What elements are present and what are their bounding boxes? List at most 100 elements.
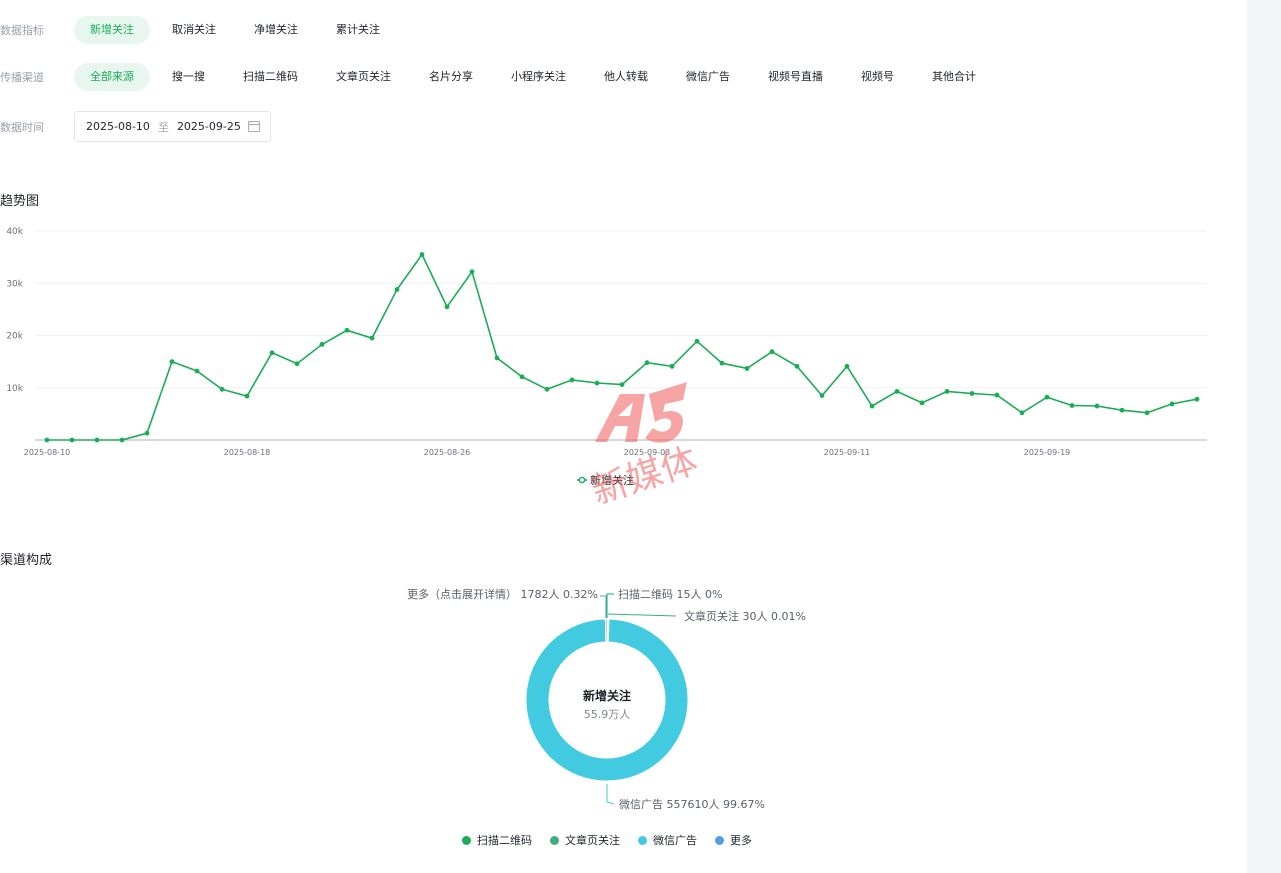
trend-x-tick-label: 2025-09-11 xyxy=(824,448,871,457)
trend-x-tick-label: 2025-09-19 xyxy=(1024,448,1071,457)
trend-data-point[interactable] xyxy=(669,363,675,369)
label-more[interactable]: 更多（点击展开详情） 1782人 0.32% xyxy=(407,587,598,601)
legend-dot-qr-icon xyxy=(462,835,471,845)
channel-option-qr[interactable]: 扫描二维码 xyxy=(227,63,314,91)
trend-data-point[interactable] xyxy=(569,377,575,383)
legend-item-more[interactable]: 更多 xyxy=(715,832,752,848)
channel-option-article[interactable]: 文章页关注 xyxy=(320,63,407,91)
trend-y-tick-label: 20k xyxy=(6,332,23,342)
trend-data-point[interactable] xyxy=(1119,407,1125,413)
trend-data-point[interactable] xyxy=(894,389,900,394)
trend-data-point[interactable] xyxy=(969,391,975,396)
donut-slice-3[interactable] xyxy=(604,618,608,643)
trend-data-point[interactable] xyxy=(1019,410,1025,416)
trend-data-point[interactable] xyxy=(919,400,925,406)
time-filter-row: 数据时间 2025-08-10 至 2025-09-25 xyxy=(0,111,271,142)
trend-data-point[interactable] xyxy=(1194,396,1200,402)
channel-option-miniprogram[interactable]: 小程序关注 xyxy=(495,63,582,91)
trend-data-point[interactable] xyxy=(144,430,150,436)
trend-data-point[interactable] xyxy=(369,335,375,341)
trend-y-tick-label: 40k xyxy=(6,227,23,237)
trend-data-point[interactable] xyxy=(244,393,250,399)
trend-data-point[interactable] xyxy=(794,363,800,369)
trend-data-point[interactable] xyxy=(419,252,425,257)
trend-data-point[interactable] xyxy=(394,287,400,292)
metric-option-new-follow[interactable]: 新增关注 xyxy=(74,16,150,44)
legend-label-qr: 扫描二维码 xyxy=(477,834,532,847)
trend-data-point[interactable] xyxy=(444,304,450,310)
trend-data-point[interactable] xyxy=(819,393,825,398)
channel-option-channels[interactable]: 视频号 xyxy=(845,63,910,91)
trend-data-point[interactable] xyxy=(944,389,950,394)
legend-dot-article-icon xyxy=(550,835,559,845)
legend-item-qr[interactable]: 扫描二维码 xyxy=(462,832,532,848)
leader-line-ads xyxy=(606,784,615,805)
trend-data-point[interactable] xyxy=(769,349,775,355)
trend-data-point[interactable] xyxy=(119,437,125,443)
channel-option-other[interactable]: 其他合计 xyxy=(916,63,992,91)
date-separator: 至 xyxy=(157,120,169,134)
trend-data-point[interactable] xyxy=(469,269,475,275)
trend-data-point[interactable] xyxy=(194,368,200,374)
metric-filter-label: 数据指标 xyxy=(0,24,44,37)
trend-data-point[interactable] xyxy=(219,386,225,392)
channel-option-channels-live[interactable]: 视频号直播 xyxy=(752,63,839,91)
trend-data-point[interactable] xyxy=(494,355,500,361)
trend-data-point[interactable] xyxy=(94,437,100,443)
legend-label-article: 文章页关注 xyxy=(565,834,620,847)
channel-option-repost[interactable]: 他人转载 xyxy=(588,63,664,91)
trend-data-point[interactable] xyxy=(844,363,850,369)
trend-data-point[interactable] xyxy=(1144,410,1150,416)
trend-data-point[interactable] xyxy=(344,327,350,333)
metric-option-net-follow[interactable]: 净增关注 xyxy=(238,16,314,44)
donut-center-title: 新增关注 xyxy=(583,688,631,703)
legend-item-article[interactable]: 文章页关注 xyxy=(550,832,620,848)
legend-item-ads[interactable]: 微信广告 xyxy=(638,832,697,848)
channel-option-card-share[interactable]: 名片分享 xyxy=(413,63,489,91)
trend-data-point[interactable] xyxy=(519,374,525,380)
trend-data-point[interactable] xyxy=(594,380,600,386)
trend-data-point[interactable] xyxy=(319,341,325,347)
date-range-picker[interactable]: 2025-08-10 至 2025-09-25 xyxy=(74,111,271,142)
trend-data-point[interactable] xyxy=(294,361,300,367)
trend-data-point[interactable] xyxy=(69,437,75,443)
trend-data-point[interactable] xyxy=(1044,394,1050,400)
trend-data-point[interactable] xyxy=(744,366,750,371)
composition-legend: 扫描二维码 文章页关注 微信广告 更多 xyxy=(462,832,770,848)
channel-option-search[interactable]: 搜一搜 xyxy=(156,63,221,91)
donut-center-value: 55.9万人 xyxy=(584,708,631,721)
legend-dot-ads-icon xyxy=(638,835,647,845)
calendar-icon[interactable] xyxy=(248,121,260,132)
composition-title: 渠道构成 xyxy=(0,553,53,568)
trend-data-point[interactable] xyxy=(644,360,650,366)
legend-label-ads: 微信广告 xyxy=(653,834,697,847)
composition-donut-chart: 新增关注 55.9万人 更多（点击展开详情） 1782人 0.32% 扫描二维码… xyxy=(407,587,806,811)
trend-data-point[interactable] xyxy=(619,382,625,388)
trend-data-point[interactable] xyxy=(694,338,700,344)
label-ads: 微信广告 557610人 99.67% xyxy=(619,797,765,811)
trend-legend-label: 新增关注 xyxy=(590,473,634,487)
trend-y-tick-label: 30k xyxy=(6,279,23,289)
metric-option-unfollow[interactable]: 取消关注 xyxy=(156,16,232,44)
trend-data-point[interactable] xyxy=(1169,401,1175,407)
trend-data-point[interactable] xyxy=(544,386,550,392)
trend-data-point[interactable] xyxy=(869,403,875,409)
trend-data-point[interactable] xyxy=(719,360,725,366)
trend-data-point[interactable] xyxy=(269,350,275,356)
trend-data-point[interactable] xyxy=(1094,403,1100,409)
trend-data-point[interactable] xyxy=(994,392,1000,398)
channel-option-wechat-ads[interactable]: 微信广告 xyxy=(670,63,746,91)
trend-data-point[interactable] xyxy=(169,359,175,365)
date-end[interactable]: 2025-09-25 xyxy=(177,120,241,133)
trend-x-tick-label: 2025-08-26 xyxy=(424,448,471,457)
trend-data-point[interactable] xyxy=(1069,403,1075,408)
channel-option-all[interactable]: 全部来源 xyxy=(74,63,150,91)
date-start[interactable]: 2025-08-10 xyxy=(86,120,150,133)
trend-legend[interactable]: 新增关注 xyxy=(577,473,634,487)
leader-line-more xyxy=(600,595,607,618)
label-qr: 扫描二维码 15人 0% xyxy=(618,587,722,601)
trend-data-point[interactable] xyxy=(44,437,50,443)
channel-filter-row: 传播渠道 全部来源 搜一搜 扫描二维码 文章页关注 名片分享 小程序关注 他人转… xyxy=(0,63,998,91)
metric-option-total-follow[interactable]: 累计关注 xyxy=(320,16,396,44)
trend-x-tick-label: 2025-09-03 xyxy=(624,448,671,457)
